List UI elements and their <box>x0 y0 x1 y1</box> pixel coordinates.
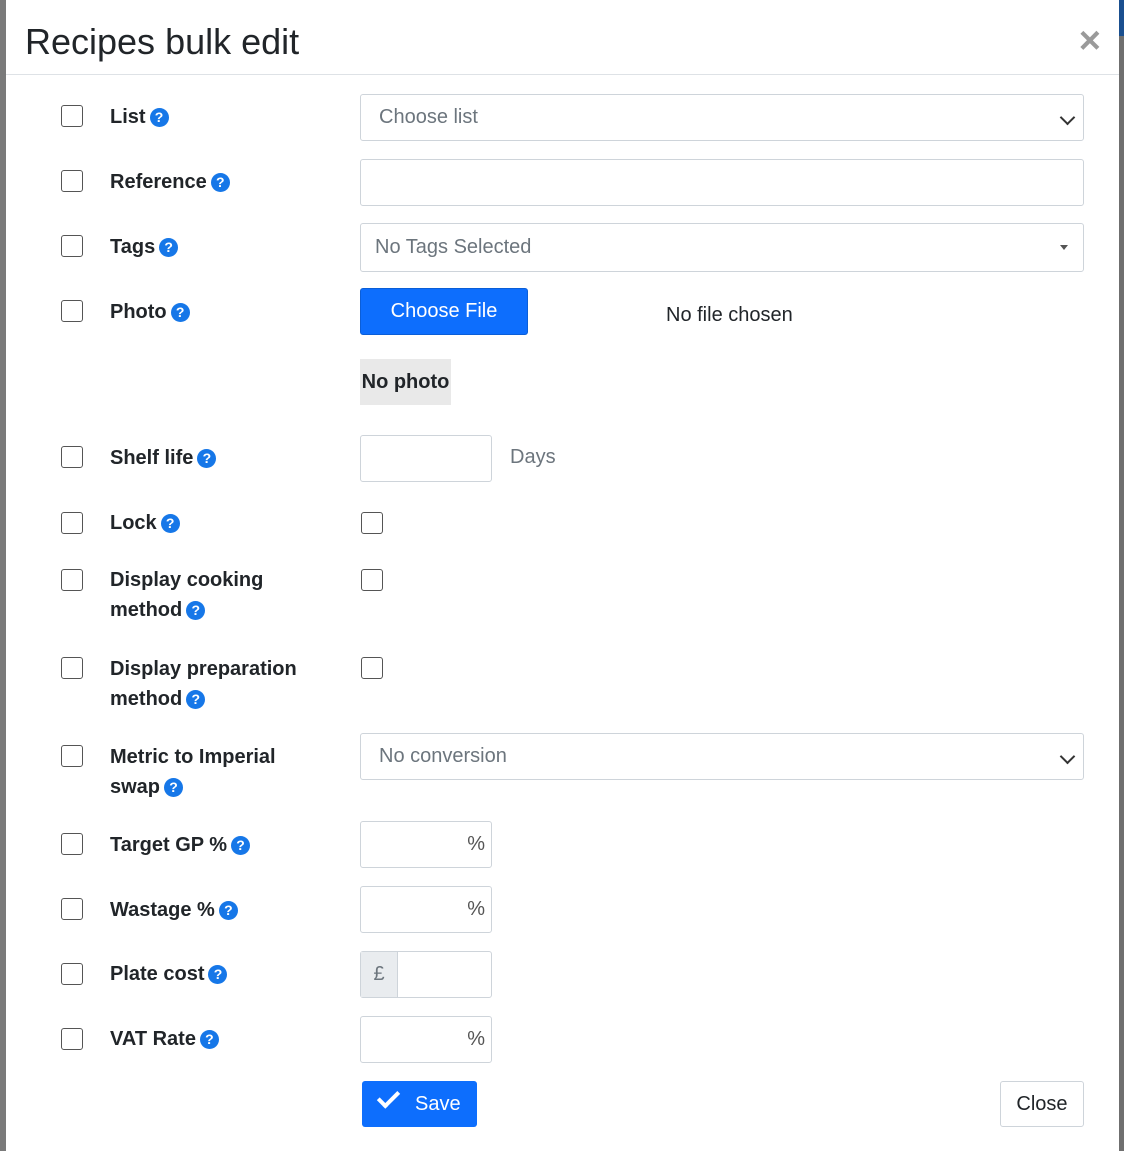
help-icon[interactable]: ? <box>208 965 228 984</box>
display-cooking-enable-checkbox[interactable] <box>61 569 83 591</box>
percent-unit: % <box>467 833 485 855</box>
target-gp-input[interactable]: % <box>360 821 492 868</box>
display-preparation-enable-checkbox[interactable] <box>61 657 83 679</box>
help-icon[interactable]: ? <box>210 173 230 192</box>
display-preparation-checkbox[interactable] <box>361 657 383 679</box>
help-icon[interactable]: ? <box>149 108 169 127</box>
help-icon[interactable]: ? <box>164 778 184 797</box>
help-icon[interactable]: ? <box>170 303 190 322</box>
help-icon[interactable]: ? <box>199 1030 219 1049</box>
chevron-down-icon <box>1059 109 1076 126</box>
help-icon[interactable]: ? <box>186 690 206 709</box>
shelf-life-enable-checkbox[interactable] <box>61 446 83 468</box>
tags-label: Tags? <box>110 232 330 262</box>
display-cooking-label: Display cooking method? <box>110 569 264 621</box>
plate-cost-enable-checkbox[interactable] <box>61 963 83 985</box>
list-label: List? <box>110 102 330 132</box>
vat-rate-label: VAT Rate? <box>110 1024 330 1054</box>
shelf-life-label: Shelf life? <box>110 443 330 473</box>
tags-enable-checkbox[interactable] <box>61 235 83 257</box>
close-button[interactable]: Close <box>1000 1081 1084 1127</box>
target-gp-enable-checkbox[interactable] <box>61 833 83 855</box>
tags-select[interactable]: No Tags Selected <box>360 223 1084 272</box>
photo-preview: No photo <box>360 359 451 405</box>
modal-header: Recipes bulk edit × <box>6 0 1119 75</box>
modal-title: Recipes bulk edit <box>25 21 300 62</box>
wastage-label: Wastage %? <box>110 895 330 925</box>
photo-enable-checkbox[interactable] <box>61 300 83 322</box>
plate-cost-label: Plate cost? <box>110 959 330 989</box>
vat-rate-enable-checkbox[interactable] <box>61 1028 83 1050</box>
choose-file-button[interactable]: Choose File <box>360 288 528 335</box>
help-icon[interactable]: ? <box>231 836 251 855</box>
plate-cost-input[interactable]: £ <box>360 951 492 998</box>
file-status: No file chosen <box>666 304 793 326</box>
currency-prefix: £ <box>361 952 398 997</box>
metric-swap-enable-checkbox[interactable] <box>61 745 83 767</box>
vat-rate-input[interactable]: % <box>360 1016 492 1063</box>
chevron-down-icon <box>1059 748 1076 765</box>
reference-input[interactable] <box>360 159 1084 206</box>
help-icon[interactable]: ? <box>186 601 206 620</box>
lock-label: Lock? <box>110 508 330 538</box>
help-icon[interactable]: ? <box>159 238 179 257</box>
wastage-enable-checkbox[interactable] <box>61 898 83 920</box>
help-icon[interactable]: ? <box>160 514 180 533</box>
caret-down-icon <box>1060 245 1068 250</box>
display-cooking-checkbox[interactable] <box>361 569 383 591</box>
reference-enable-checkbox[interactable] <box>61 170 83 192</box>
list-enable-checkbox[interactable] <box>61 105 83 127</box>
percent-unit: % <box>467 898 485 920</box>
shelf-life-unit: Days <box>510 446 556 468</box>
list-select[interactable]: Choose list <box>360 94 1084 141</box>
display-preparation-label: Display preparation method? <box>110 658 297 710</box>
lock-checkbox[interactable] <box>361 512 383 534</box>
wastage-input[interactable]: % <box>360 886 492 933</box>
percent-unit: % <box>467 1028 485 1050</box>
check-icon <box>376 1085 401 1109</box>
target-gp-label: Target GP %? <box>110 830 330 860</box>
shelf-life-input[interactable] <box>360 435 492 482</box>
bulk-edit-modal: Recipes bulk edit × List? Choose list Re… <box>6 0 1119 1151</box>
close-icon[interactable]: × <box>1079 22 1101 60</box>
help-icon[interactable]: ? <box>197 449 217 468</box>
photo-label: Photo? <box>110 297 330 327</box>
metric-swap-label: Metric to Imperial swap? <box>110 746 276 798</box>
save-button[interactable]: Save <box>362 1081 477 1127</box>
help-icon[interactable]: ? <box>218 901 238 920</box>
metric-swap-select[interactable]: No conversion <box>360 733 1084 780</box>
reference-label: Reference? <box>110 167 330 197</box>
lock-enable-checkbox[interactable] <box>61 512 83 534</box>
